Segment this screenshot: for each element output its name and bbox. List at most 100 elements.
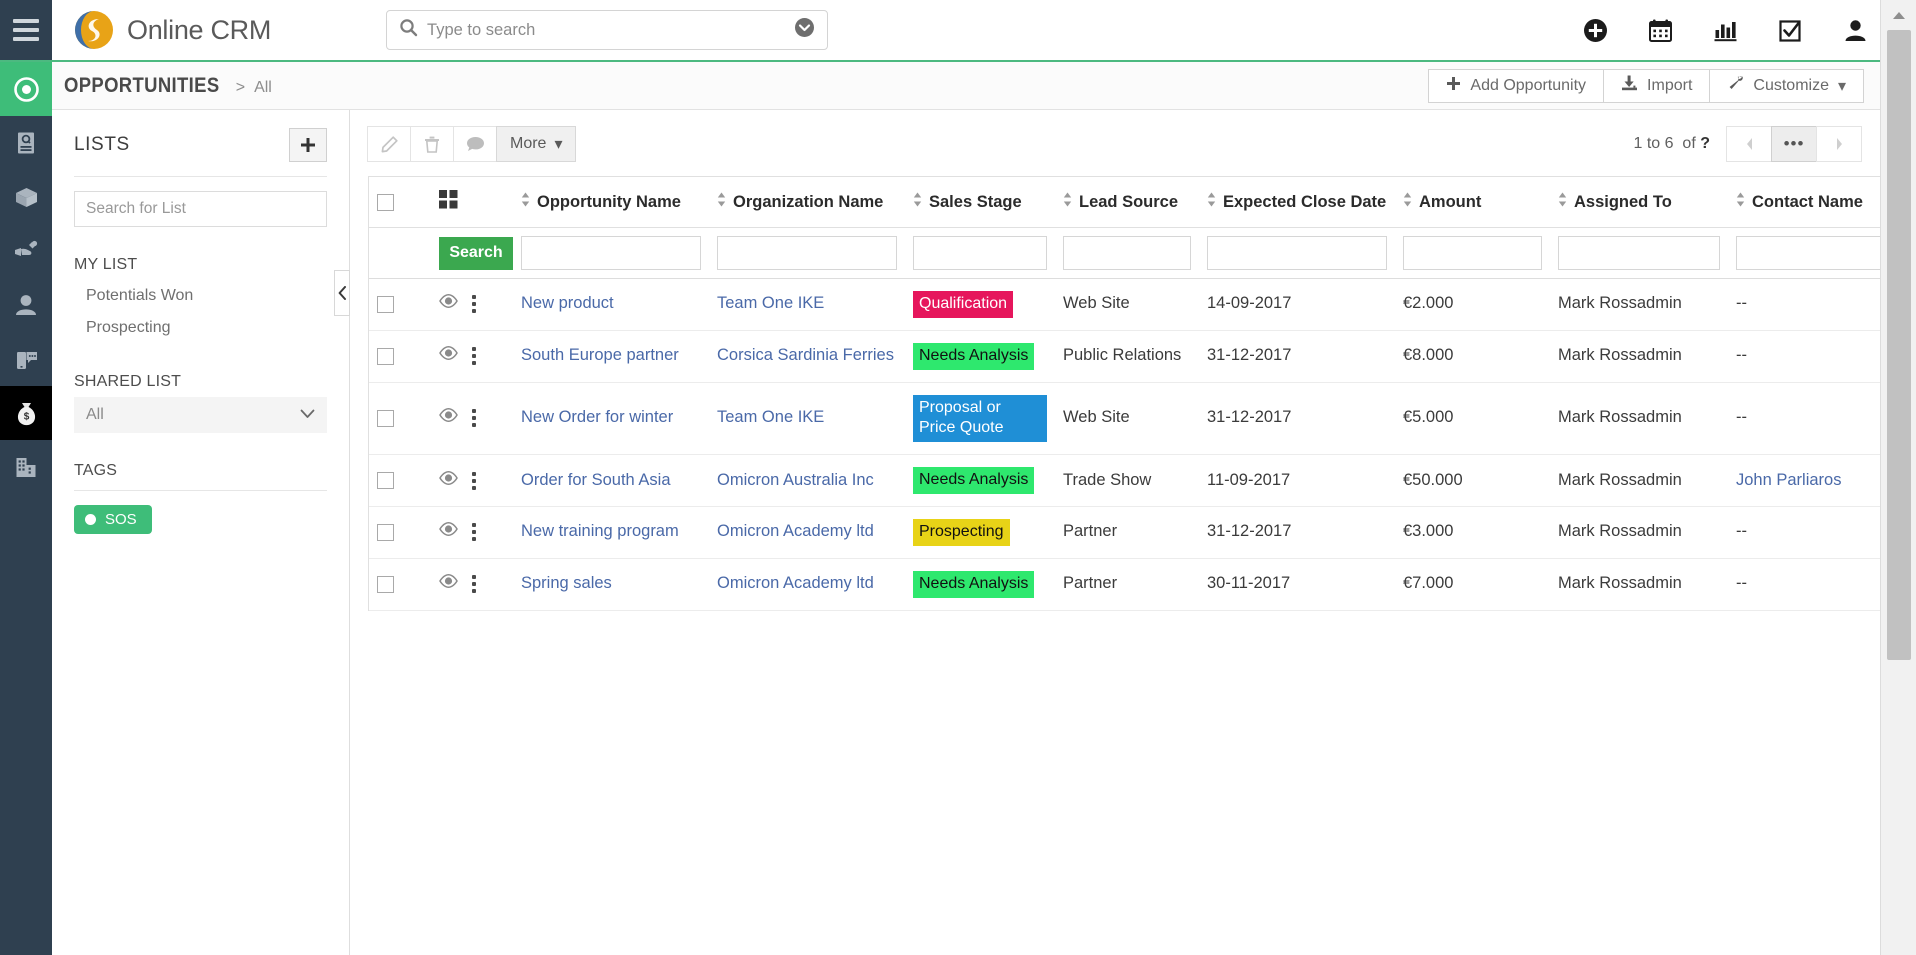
next-page-button[interactable]: [1816, 126, 1862, 162]
grid-icon[interactable]: [439, 190, 458, 214]
scroll-up-button[interactable]: [1881, 0, 1916, 30]
list-item-prospecting[interactable]: Prospecting: [74, 312, 327, 344]
organization-name-link[interactable]: Omicron Australia Inc: [717, 470, 874, 492]
filter-input-assigned-to[interactable]: [1558, 236, 1720, 270]
add-list-button[interactable]: [289, 128, 327, 162]
eye-icon[interactable]: [439, 345, 458, 367]
table-row[interactable]: New product Team One IKE Qualification Web …: [369, 279, 1897, 331]
vertical-dots-icon[interactable]: [472, 409, 476, 428]
row-checkbox[interactable]: [377, 295, 394, 313]
filter-input-opportunity-name[interactable]: [521, 236, 701, 270]
tag-sos[interactable]: SOS: [74, 505, 152, 534]
checkbox-task-icon[interactable]: [1778, 18, 1803, 43]
vertical-dots-icon[interactable]: [472, 347, 476, 366]
row-checkbox[interactable]: [377, 472, 394, 490]
list-item-potentials-won[interactable]: Potentials Won: [74, 280, 327, 312]
vertical-dots-icon[interactable]: [472, 523, 476, 542]
search-input[interactable]: [427, 20, 795, 40]
organization-name-link[interactable]: Omicron Academy ltd: [717, 521, 874, 543]
column-header-lead-source[interactable]: Lead Source: [1055, 177, 1199, 227]
row-checkbox[interactable]: [377, 523, 394, 541]
column-header-contact-name[interactable]: Contact Name: [1728, 177, 1897, 227]
opportunity-name-link[interactable]: New training program: [521, 521, 679, 543]
filter-input-amount[interactable]: [1403, 236, 1542, 270]
table-row[interactable]: New Order for winter Team One IKE Proposal…: [369, 383, 1897, 456]
column-header-sales-stage[interactable]: Sales Stage: [905, 177, 1055, 227]
eye-icon[interactable]: [439, 573, 458, 595]
edit-button[interactable]: [367, 126, 411, 162]
column-header-assigned-to[interactable]: Assigned To: [1550, 177, 1728, 227]
cell-opportunity-name: Spring sales: [513, 559, 709, 610]
bar-chart-icon[interactable]: [1713, 18, 1738, 43]
column-header-expected-close-date[interactable]: Expected Close Date: [1199, 177, 1395, 227]
prev-page-button[interactable]: [1726, 126, 1772, 162]
eye-icon[interactable]: [439, 407, 458, 429]
opportunity-name-link[interactable]: South Europe partner: [521, 345, 679, 367]
brand[interactable]: Online CRM: [52, 0, 271, 60]
pagination-total: ?: [1700, 135, 1710, 152]
import-button[interactable]: Import: [1603, 68, 1711, 103]
sidebar-item-target[interactable]: [0, 62, 52, 116]
global-search-box[interactable]: [386, 10, 829, 50]
calendar-icon[interactable]: [1648, 18, 1673, 43]
filter-input-expected-close-date[interactable]: [1207, 236, 1387, 270]
filter-input-contact-name[interactable]: [1736, 236, 1889, 270]
user-profile-icon[interactable]: [1843, 18, 1868, 43]
eye-icon[interactable]: [439, 470, 458, 492]
contact-name-link[interactable]: John Parliaros: [1736, 470, 1841, 492]
page-scrollbar[interactable]: [1880, 0, 1916, 955]
row-checkbox[interactable]: [377, 409, 394, 427]
opportunity-name-link[interactable]: New product: [521, 293, 614, 315]
add-opportunity-button[interactable]: Add Opportunity: [1428, 68, 1605, 103]
eye-icon[interactable]: [439, 293, 458, 315]
row-checkbox[interactable]: [377, 575, 394, 593]
breadcrumb: OPPORTUNITIES > All: [64, 74, 272, 98]
opportunity-name-link[interactable]: Order for South Asia: [521, 470, 671, 492]
more-button[interactable]: More ▾: [496, 126, 577, 162]
sidebar-item-products[interactable]: [0, 170, 52, 224]
organization-name-link[interactable]: Corsica Sardinia Ferries: [717, 345, 894, 367]
scrollbar-thumb[interactable]: [1887, 30, 1911, 660]
organization-name-link[interactable]: Omicron Academy ltd: [717, 573, 874, 595]
filter-input-sales-stage[interactable]: [913, 236, 1047, 270]
select-all-checkbox[interactable]: [377, 193, 394, 211]
opportunity-name-link[interactable]: New Order for winter: [521, 407, 673, 429]
chevron-down-circle-icon[interactable]: [794, 17, 815, 43]
column-header-organization-name[interactable]: Organization Name: [709, 177, 905, 227]
page-actions: Add Opportunity Import Customize ▾: [1428, 68, 1916, 103]
cell-sales-stage: Needs Analysis: [905, 455, 1055, 506]
sidebar-item-documents[interactable]: [0, 116, 52, 170]
filter-input-lead-source[interactable]: [1063, 236, 1191, 270]
sidebar-item-services[interactable]: [0, 224, 52, 278]
collapse-panel-handle[interactable]: [334, 270, 350, 316]
filter-cell-expected-close-date: [1199, 228, 1395, 278]
sidebar-item-organizations[interactable]: [0, 440, 52, 494]
organization-name-link[interactable]: Team One IKE: [717, 407, 824, 429]
hamburger-menu-button[interactable]: [0, 0, 52, 60]
vertical-dots-icon[interactable]: [472, 295, 476, 314]
sidebar-item-opportunities[interactable]: $: [0, 386, 52, 440]
sidebar-item-sms[interactable]: [0, 332, 52, 386]
column-header-amount[interactable]: Amount: [1395, 177, 1550, 227]
list-search-input[interactable]: [74, 191, 327, 227]
add-circle-icon[interactable]: [1583, 18, 1608, 43]
sidebar-item-contacts[interactable]: [0, 278, 52, 332]
table-row[interactable]: New training program Omicron Academy ltd P…: [369, 507, 1897, 559]
table-row[interactable]: South Europe partner Corsica Sardinia Fer…: [369, 331, 1897, 383]
column-header-opportunity-name[interactable]: Opportunity Name: [513, 177, 709, 227]
eye-icon[interactable]: [439, 521, 458, 543]
organization-name-link[interactable]: Team One IKE: [717, 293, 824, 315]
table-row[interactable]: Spring sales Omicron Academy ltd Needs Ana…: [369, 559, 1897, 611]
vertical-dots-icon[interactable]: [472, 575, 476, 594]
opportunity-name-link[interactable]: Spring sales: [521, 573, 612, 595]
comment-button[interactable]: [453, 126, 497, 162]
table-row[interactable]: Order for South Asia Omicron Australia In…: [369, 455, 1897, 507]
page-select-button[interactable]: •••: [1771, 126, 1817, 162]
row-checkbox[interactable]: [377, 347, 394, 365]
shared-list-select[interactable]: All: [74, 397, 327, 433]
delete-button[interactable]: [410, 126, 454, 162]
filter-input-organization-name[interactable]: [717, 236, 897, 270]
vertical-dots-icon[interactable]: [472, 471, 476, 490]
customize-button[interactable]: Customize ▾: [1709, 68, 1864, 103]
search-button[interactable]: Search: [439, 236, 513, 270]
